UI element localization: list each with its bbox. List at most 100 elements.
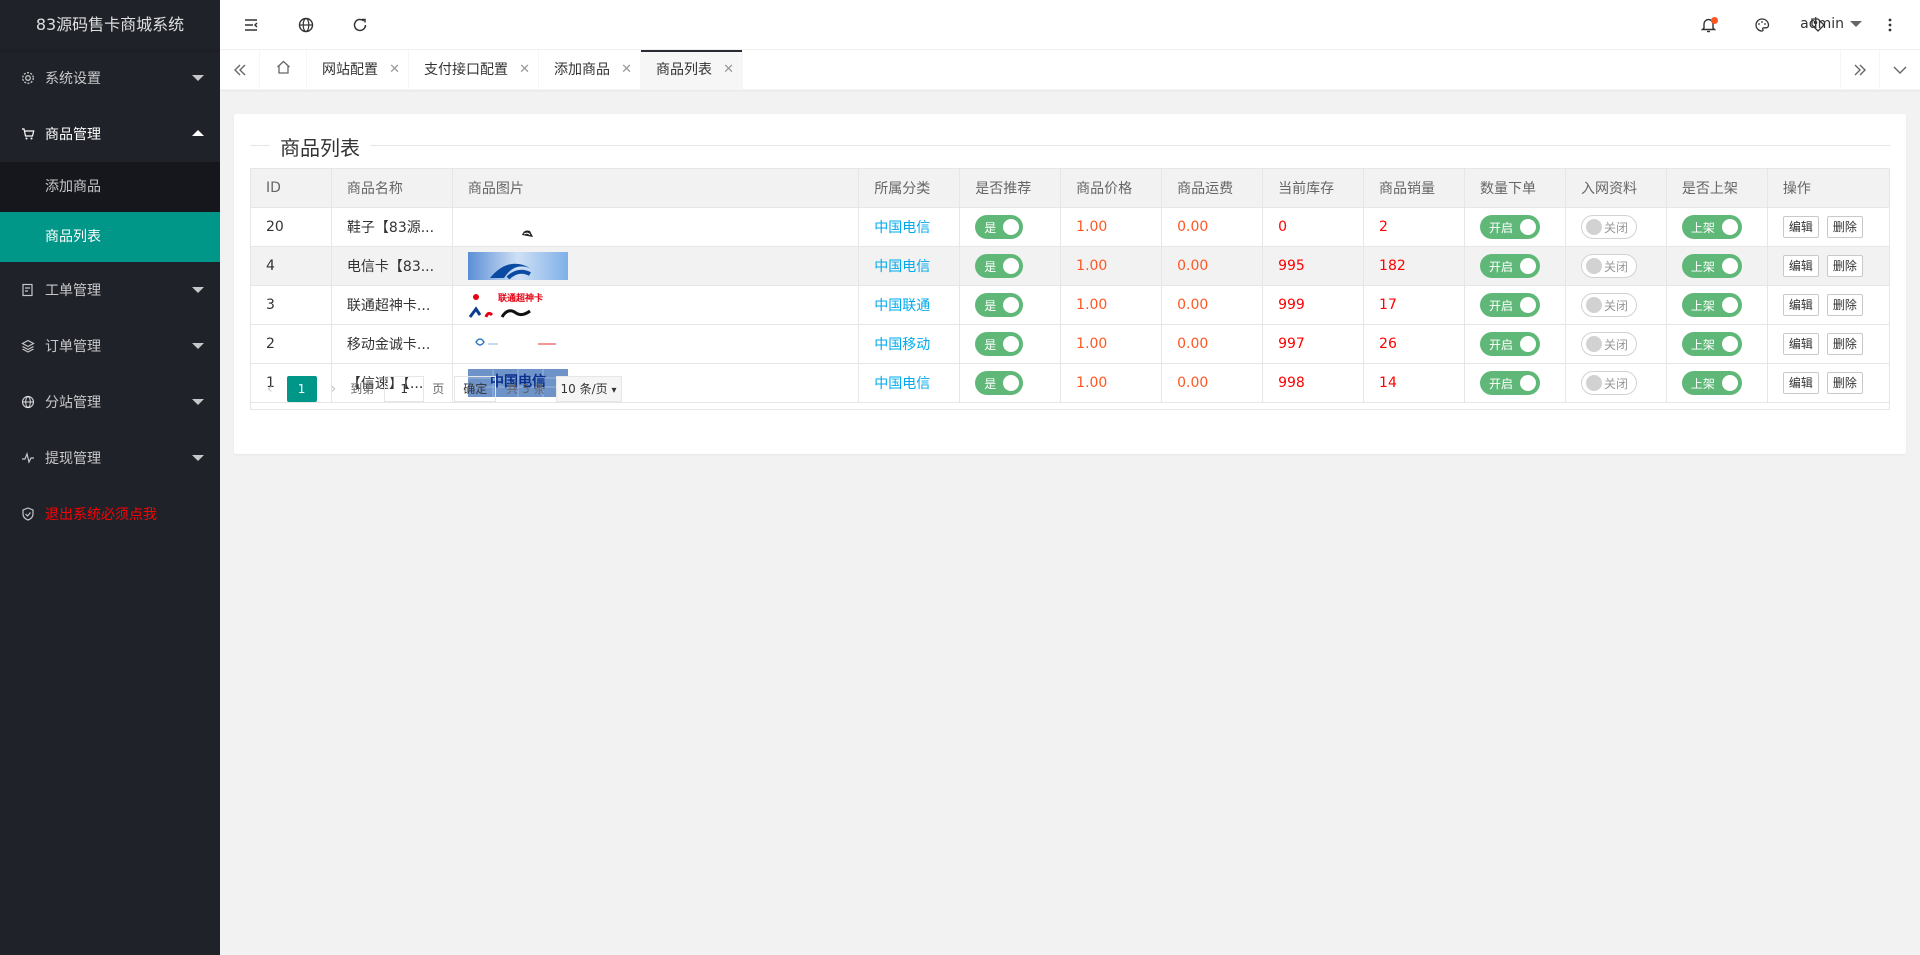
toggle-knob	[1585, 219, 1602, 235]
edit-button[interactable]: 编辑	[1782, 333, 1819, 355]
sidebar-subitem-add-goods[interactable]: 添加商品	[0, 162, 220, 212]
column-header[interactable]: 当前库存	[1262, 168, 1365, 208]
net-info-toggle[interactable]: 关闭	[1580, 254, 1637, 278]
column-header[interactable]: 是否推荐	[959, 168, 1062, 208]
delete-button[interactable]: 删除	[1826, 294, 1863, 316]
listed-toggle[interactable]: 上架	[1681, 215, 1742, 239]
product-image[interactable]	[467, 252, 568, 280]
tab-label: 添加商品	[554, 62, 610, 78]
column-header[interactable]: ID	[250, 168, 332, 208]
menu-toggle-icon[interactable]	[242, 15, 262, 35]
tab-home[interactable]	[260, 50, 307, 90]
goto-page-input[interactable]: 1	[384, 375, 425, 402]
cell-image: 联通超神卡	[451, 285, 860, 325]
toggle-label: 关闭	[1603, 298, 1628, 313]
cell-listed: 上架	[1665, 207, 1768, 247]
column-header[interactable]: 商品名称	[330, 168, 453, 208]
close-icon[interactable]: ✕	[389, 50, 400, 90]
recommend-toggle[interactable]: 是	[975, 293, 1024, 317]
tabs-scroll-left-icon[interactable]	[220, 50, 260, 90]
delete-button[interactable]: 删除	[1826, 333, 1863, 355]
qty-order-toggle[interactable]: 开启	[1479, 215, 1540, 239]
column-header[interactable]: 操作	[1766, 168, 1891, 208]
sidebar-item-substations[interactable]: 分站管理	[0, 374, 220, 430]
current-page[interactable]: 1	[286, 375, 317, 402]
chevron-down-icon	[192, 287, 204, 293]
refresh-icon[interactable]	[350, 15, 370, 35]
product-image[interactable]	[468, 213, 568, 241]
qty-order-toggle[interactable]: 开启	[1479, 293, 1540, 317]
column-header[interactable]: 入网资料	[1564, 168, 1667, 208]
chevron-down-icon	[192, 455, 204, 461]
tab-add-goods[interactable]: 添加商品 ✕	[539, 50, 641, 90]
caret-down-icon	[1850, 21, 1862, 27]
recommend-toggle[interactable]: 是	[975, 254, 1024, 278]
tabs-menu-chevron-down-icon[interactable]	[1880, 50, 1920, 90]
product-image[interactable]: 联通超神卡	[467, 291, 568, 319]
tab-site-config[interactable]: 网站配置 ✕	[307, 50, 409, 90]
sidebar-item-system-settings[interactable]: 系统设置	[0, 50, 220, 106]
sidebar-item-withdraw[interactable]: 提现管理	[0, 430, 220, 486]
tabs-scroll-right-icon[interactable]	[1840, 50, 1880, 90]
sidebar-item-goods[interactable]: 商品管理	[0, 106, 220, 162]
edit-button[interactable]: 编辑	[1782, 294, 1819, 316]
tab-payment-config[interactable]: 支付接口配置 ✕	[409, 50, 539, 90]
sidebar-item-orders[interactable]: 订单管理	[0, 318, 220, 374]
net-info-toggle[interactable]: 关闭	[1580, 332, 1637, 356]
cell-category[interactable]: 中国电信	[858, 246, 961, 286]
toggle-label: 开启	[1488, 298, 1513, 313]
close-icon[interactable]: ✕	[723, 50, 734, 90]
cell-id: 4	[250, 246, 332, 286]
sidebar-subitem-goods-list[interactable]: 商品列表	[0, 212, 220, 262]
delete-button[interactable]: 删除	[1826, 255, 1863, 277]
product-image[interactable]	[467, 330, 568, 358]
recommend-toggle[interactable]: 是	[975, 332, 1024, 356]
sidebar-item-tickets[interactable]: 工单管理	[0, 262, 220, 318]
column-header[interactable]: 商品价格	[1060, 168, 1163, 208]
recommend-toggle[interactable]: 是	[975, 215, 1024, 239]
edit-button[interactable]: 编辑	[1782, 255, 1819, 277]
cell-listed: 上架	[1665, 246, 1768, 286]
cell-listed: 上架	[1665, 324, 1768, 364]
cell-id: 20	[250, 207, 332, 247]
cell-image	[451, 246, 860, 286]
cell-category[interactable]: 中国电信	[858, 207, 961, 247]
net-info-toggle[interactable]: 关闭	[1580, 293, 1637, 317]
listed-toggle[interactable]: 上架	[1681, 254, 1742, 278]
cart-icon	[20, 127, 35, 142]
column-header[interactable]: 商品销量	[1363, 168, 1465, 208]
chevron-down-icon	[192, 75, 204, 81]
column-header[interactable]: 是否上架	[1665, 168, 1768, 208]
qty-order-toggle[interactable]: 开启	[1479, 332, 1540, 356]
delete-button[interactable]: 删除	[1826, 216, 1863, 238]
column-header[interactable]: 数量下单	[1463, 168, 1566, 208]
qty-order-toggle[interactable]: 开启	[1479, 254, 1540, 278]
column-header[interactable]: 商品运费	[1161, 168, 1264, 208]
net-info-toggle[interactable]: 关闭	[1580, 215, 1637, 239]
close-icon[interactable]: ✕	[519, 50, 530, 90]
next-page-icon[interactable]: ›	[331, 381, 337, 397]
edit-button[interactable]: 编辑	[1782, 216, 1819, 238]
prev-page-icon[interactable]: ‹	[267, 381, 273, 397]
more-vertical-icon[interactable]	[1880, 15, 1900, 35]
sidebar-item-logout[interactable]: 退出系统必须点我	[0, 486, 220, 542]
goto-confirm-button[interactable]: 确定	[454, 375, 497, 402]
cell-sales: 2	[1363, 207, 1465, 247]
user-menu[interactable]: admin	[1800, 16, 1862, 32]
top-header: admin	[220, 0, 1920, 50]
column-header[interactable]: 商品图片	[451, 168, 860, 208]
tab-goods-list[interactable]: 商品列表 ✕	[641, 50, 743, 90]
globe-icon[interactable]	[296, 15, 316, 35]
listed-toggle[interactable]: 上架	[1681, 332, 1742, 356]
page-size-select[interactable]: 10 条/页 ▾	[555, 375, 622, 402]
listed-toggle[interactable]: 上架	[1681, 293, 1742, 317]
cell-freight: 0.00	[1161, 246, 1264, 286]
column-header[interactable]: 所属分类	[858, 168, 961, 208]
cell-category[interactable]: 中国联通	[858, 285, 961, 325]
cell-category[interactable]: 中国移动	[858, 324, 961, 364]
globe-icon	[20, 395, 35, 410]
sidebar-item-label: 系统设置	[45, 71, 101, 87]
theme-palette-icon[interactable]	[1752, 15, 1772, 35]
cell-price: 1.00	[1060, 285, 1163, 325]
close-icon[interactable]: ✕	[621, 50, 632, 90]
